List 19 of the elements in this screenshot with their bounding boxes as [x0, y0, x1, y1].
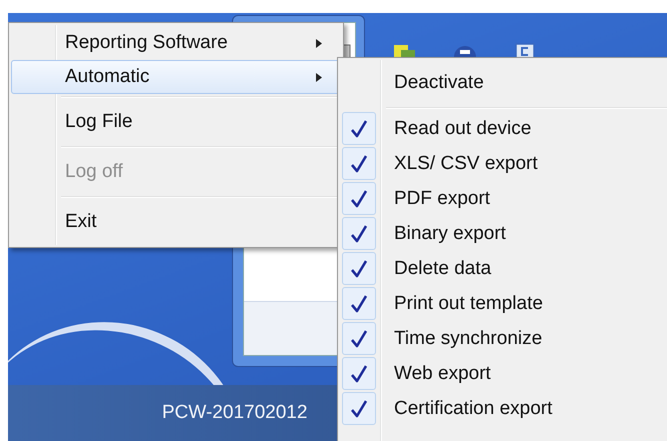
folder-icon	[393, 44, 417, 58]
menu-item[interactable]: PDF export	[340, 181, 667, 216]
menu-item[interactable]: Delete data	[340, 251, 667, 286]
printer-icon	[453, 43, 477, 58]
menu-item[interactable]: Reporting Software	[11, 26, 341, 60]
menu-item[interactable]: Deactivate	[340, 61, 667, 105]
menu-item[interactable]: Time synchronize	[340, 321, 667, 356]
document-icon	[515, 43, 535, 58]
menu-item[interactable]: Exit	[11, 200, 341, 244]
menu-item[interactable]: Log File	[11, 100, 341, 144]
submenu-arrow-icon	[316, 72, 322, 82]
menu-item[interactable]: XLS/ CSV export	[340, 146, 667, 181]
menu-item[interactable]: Read out device	[340, 111, 667, 146]
menu-item[interactable]: Binary export	[340, 216, 667, 251]
menu-item[interactable]: Print out template	[340, 286, 667, 321]
menu-item[interactable]: Web export	[340, 356, 667, 391]
submenu-arrow-icon	[316, 38, 322, 48]
menu-item[interactable]: Certification export	[340, 391, 667, 426]
computer-name: PCW-201702012	[162, 402, 308, 424]
